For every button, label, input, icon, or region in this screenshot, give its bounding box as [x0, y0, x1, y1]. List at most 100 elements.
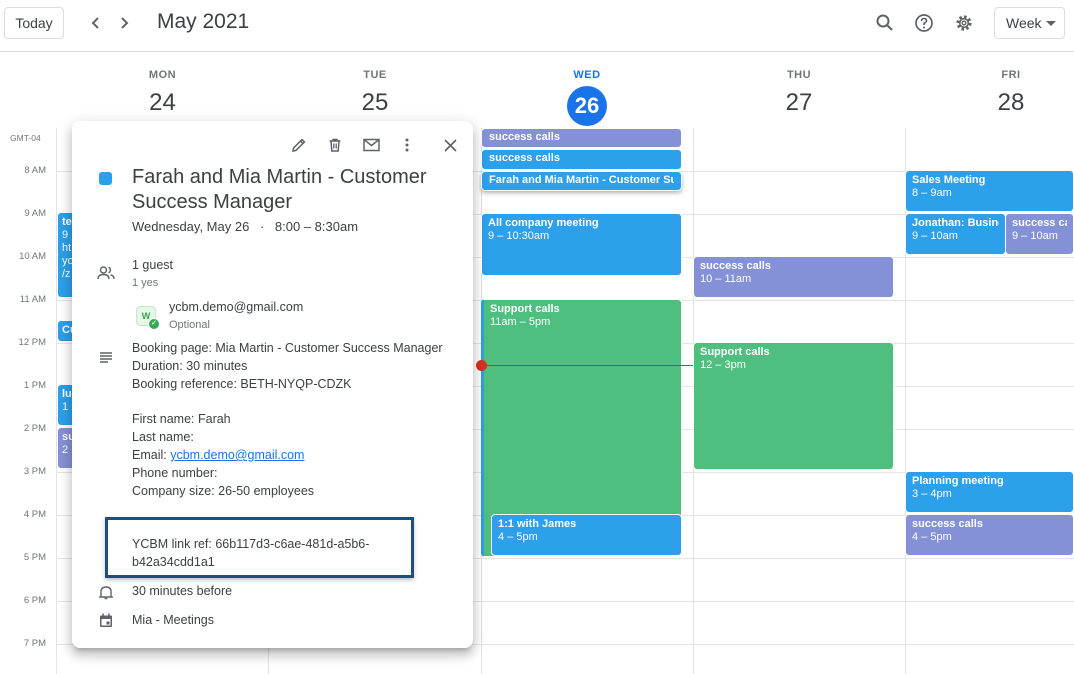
day-header-wed[interactable]: WED 26: [481, 52, 693, 128]
day-header-mon[interactable]: MON 24: [56, 52, 269, 128]
top-header: Today May 2021 Week: [0, 0, 1074, 52]
email-label: Email:: [132, 448, 171, 462]
close-icon[interactable]: [438, 133, 462, 157]
event-title: Jonathan: Business: [912, 217, 999, 229]
guests-icon: [96, 263, 116, 283]
event-wed-all-company[interactable]: All company meeting 9 – 10:30am: [481, 213, 682, 276]
time-label: 5 PM: [23, 552, 46, 563]
highlight-box: [105, 517, 414, 578]
event-time: 9 – 10am: [912, 230, 958, 242]
event-fri-jonathan[interactable]: Jonathan: Business 9 – 10am: [905, 213, 1006, 255]
day-number[interactable]: 24: [56, 89, 269, 117]
event-title: 1:1 with James: [498, 518, 577, 530]
event-fri-success-1[interactable]: success calls 9 – 10am: [1005, 213, 1074, 255]
last-name: Last name:: [132, 430, 194, 444]
day-number-today[interactable]: 26: [567, 86, 607, 126]
event-color-swatch: [99, 172, 112, 185]
more-options-icon[interactable]: [395, 133, 419, 157]
company-size: Company size: 26-50 employees: [132, 484, 315, 498]
event-title: success calls: [1012, 217, 1067, 229]
event-time: 4 – 5pm: [498, 531, 538, 543]
event-time: 11am – 5pm: [490, 316, 551, 328]
description-icon: [96, 347, 116, 367]
event-wed-success-1[interactable]: success calls: [481, 128, 682, 148]
current-time-line: [481, 365, 693, 366]
current-time-dot: [476, 360, 487, 371]
today-button[interactable]: Today: [4, 7, 64, 39]
event-wed-success-2[interactable]: success calls: [481, 149, 682, 170]
event-line: 9: [62, 229, 69, 241]
email-icon[interactable]: [359, 133, 383, 157]
day-number[interactable]: 28: [905, 89, 1074, 117]
event-time: 2: [62, 444, 69, 456]
event-title: success calls: [489, 152, 560, 164]
event-fri-success-2[interactable]: success calls 4 – 5pm: [905, 514, 1074, 556]
calendar-icon: [96, 610, 116, 630]
reminder: 30 minutes before: [132, 584, 233, 598]
event-wed-james[interactable]: 1:1 with James 4 – 5pm: [491, 514, 682, 556]
time-label: 8 AM: [24, 165, 46, 176]
view-label: Week: [1006, 15, 1042, 31]
day-header-fri[interactable]: FRI 28: [905, 52, 1074, 128]
event-fri-planning[interactable]: Planning meeting 3 – 4pm: [905, 471, 1074, 513]
event-time: 4 – 5pm: [912, 531, 952, 543]
month-title: May 2021: [157, 10, 250, 33]
event-fri-sales[interactable]: Sales Meeting 8 – 9am: [905, 170, 1074, 212]
day-number[interactable]: 25: [269, 89, 481, 117]
event-when-separator: ·: [259, 219, 265, 234]
guest-entry[interactable]: ycbm.demo@gmail.com Optional: [169, 298, 303, 334]
chevron-right-icon[interactable]: [111, 10, 137, 36]
event-title: success calls: [912, 518, 983, 530]
event-title: success calls: [700, 260, 771, 272]
event-title: Farah and Mia Martin - Customer Success …: [132, 166, 427, 213]
time-label: 10 AM: [19, 251, 46, 262]
gear-icon[interactable]: [950, 9, 978, 37]
event-time: 3 – 4pm: [912, 488, 952, 500]
timezone-label: GMT-04: [10, 133, 41, 143]
time-label: 7 PM: [23, 638, 46, 649]
bell-icon: [96, 582, 116, 602]
event-title: lu: [62, 388, 72, 400]
calendar-name: Mia - Meetings: [132, 613, 214, 627]
event-title: su: [62, 431, 72, 443]
event-thu-success[interactable]: success calls 10 – 11am: [693, 256, 894, 298]
event-time-range: 8:00 – 8:30am: [274, 219, 359, 234]
view-selector[interactable]: Week: [994, 7, 1065, 39]
edit-icon[interactable]: [287, 133, 311, 157]
day-number[interactable]: 27: [693, 89, 905, 117]
day-header-tue[interactable]: TUE 25: [269, 52, 481, 128]
guest-email[interactable]: ycbm.demo@gmail.com: [169, 298, 303, 316]
event-title: Sales Meeting: [912, 174, 986, 186]
event-line: /z: [62, 268, 71, 280]
event-line: ht: [62, 242, 72, 254]
guests-summary: 1 guest 1 yes: [132, 256, 173, 292]
event-title: All company meeting: [488, 217, 599, 229]
time-label: 12 PM: [18, 337, 46, 348]
event-time: 8 – 9am: [912, 187, 952, 199]
event-title: Farah and Mia Martin - Customer Success …: [489, 174, 674, 186]
time-label: 11 AM: [19, 294, 46, 305]
booking-reference: Booking reference: BETH-NYQP-CDZK: [132, 377, 352, 391]
event-wed-farah[interactable]: Farah and Mia Martin - Customer Success …: [481, 171, 682, 191]
first-name: First name: Farah: [132, 412, 231, 426]
booking-duration: Duration: 30 minutes: [132, 359, 248, 373]
accepted-check-icon: ✓: [148, 318, 160, 330]
search-icon[interactable]: [871, 9, 899, 37]
event-title: Planning meeting: [912, 475, 1004, 487]
time-label: 3 PM: [23, 466, 46, 477]
email-line: Email: ycbm.demo@gmail.com: [132, 446, 462, 464]
event-time: 9 – 10am: [1012, 230, 1058, 242]
guests-response: 1 yes: [132, 277, 159, 289]
day-name: TUE: [363, 69, 387, 81]
chevron-left-icon[interactable]: [83, 10, 109, 36]
event-line: yo: [62, 255, 74, 267]
guests-count: 1 guest: [132, 258, 174, 272]
help-icon[interactable]: [910, 9, 938, 37]
day-header-thu[interactable]: THU 27: [693, 52, 905, 128]
caret-down-icon: [1046, 21, 1056, 26]
event-title: Support calls: [700, 346, 770, 358]
event-thu-support[interactable]: Support calls 12 – 3pm: [693, 342, 894, 470]
email-link[interactable]: ycbm.demo@gmail.com: [170, 448, 304, 462]
time-label: 1 PM: [23, 380, 46, 391]
delete-icon[interactable]: [323, 133, 347, 157]
